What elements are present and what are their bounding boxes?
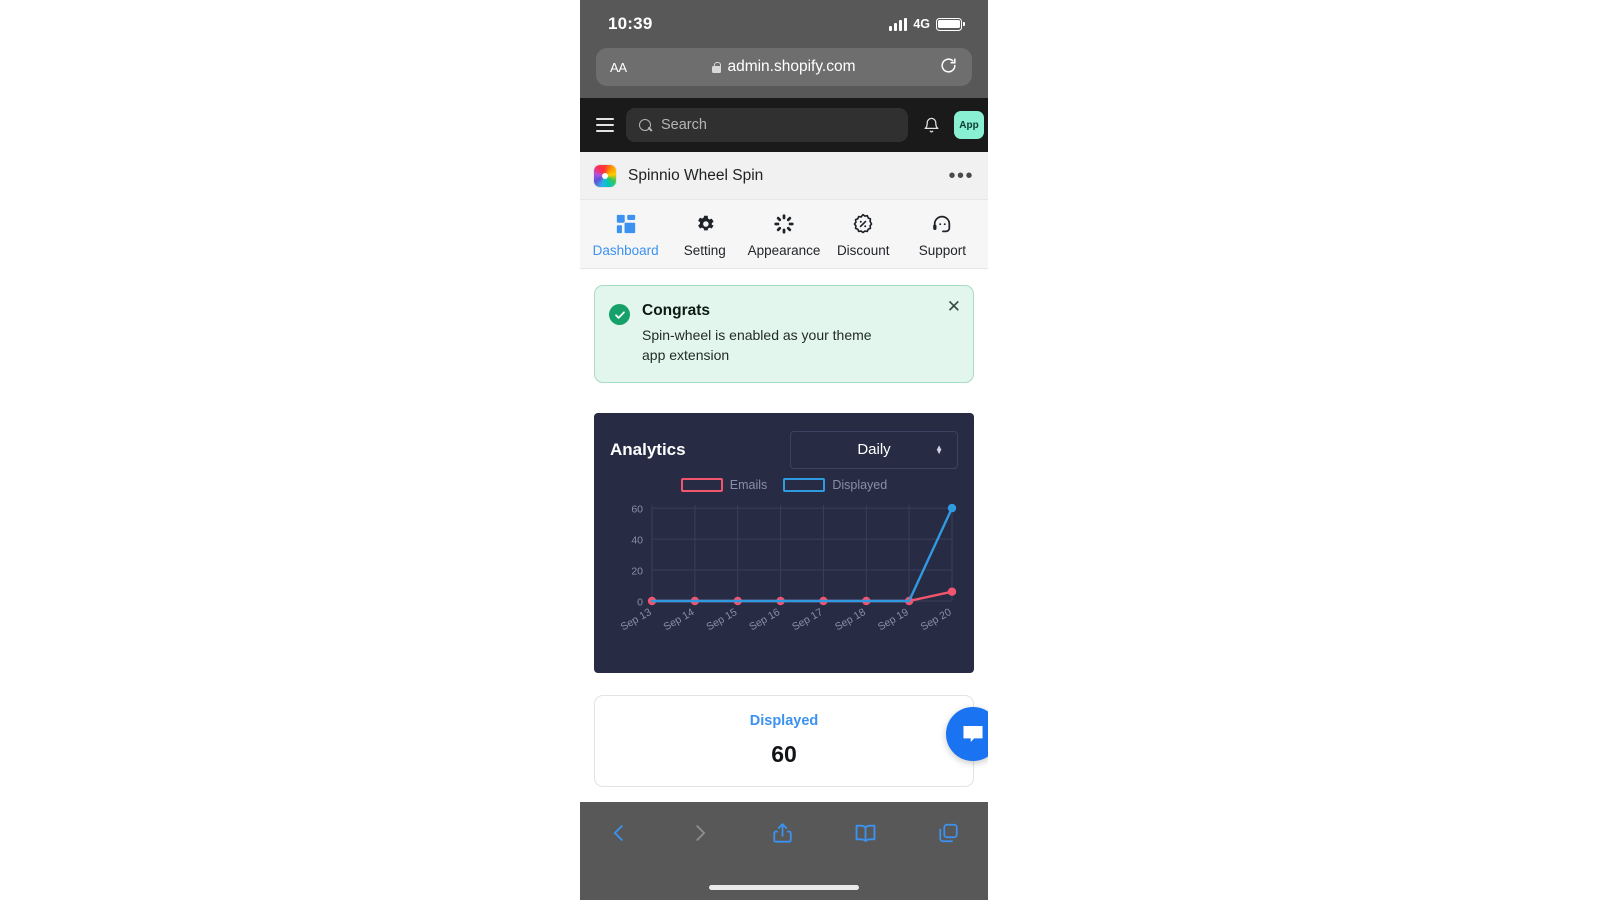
search-icon	[639, 118, 652, 132]
banner-title: Congrats	[642, 302, 711, 319]
signal-bars-icon	[889, 17, 908, 31]
tab-label: Support	[918, 243, 967, 258]
phone-viewport: 10:39 4G AA admin.shopify.com Search App…	[580, 0, 988, 900]
tab-discount[interactable]: Discount	[824, 212, 903, 258]
headset-support-icon	[931, 212, 953, 236]
svg-text:40: 40	[631, 534, 643, 546]
app-page-content: Congrats Spin-wheel is enabled as your t…	[580, 269, 988, 787]
legend-swatch-emails	[680, 477, 723, 492]
analytics-title: Analytics	[610, 439, 686, 459]
tab-setting[interactable]: Setting	[665, 212, 744, 258]
tab-label: Discount	[836, 243, 890, 258]
lock-icon	[712, 61, 722, 73]
svg-text:Sep 18: Sep 18	[833, 606, 868, 633]
svg-text:Sep 17: Sep 17	[790, 606, 825, 633]
gear-icon	[694, 212, 716, 236]
check-circle-icon	[609, 304, 630, 325]
line-chart-svg: 0 20 40 60 Sep 13 Sep 14 Sep 15 Sep 16 Sep 17 Sep…	[619, 503, 957, 633]
svg-text:Sep 14: Sep 14	[662, 606, 697, 633]
text-size-label: AA	[610, 59, 627, 75]
book-icon[interactable]	[853, 820, 878, 846]
svg-text:Sep 19: Sep 19	[876, 606, 911, 633]
text-size-button[interactable]: AA	[610, 60, 627, 75]
analytics-card: Analytics Daily ▲ ▼ Emails Displayed 0 2…	[594, 412, 974, 673]
close-icon[interactable]: ✕	[947, 298, 961, 315]
appearance-spinner-icon	[773, 212, 795, 236]
metric-label: Displayed	[749, 713, 819, 730]
chevron-left-icon[interactable]	[608, 820, 630, 846]
svg-text:Sep 15: Sep 15	[704, 606, 739, 633]
battery-icon	[936, 17, 965, 31]
search-input[interactable]: Search	[626, 108, 908, 142]
legend-label: Emails	[729, 477, 768, 492]
status-clock: 10:39	[608, 14, 653, 33]
browser-url-bar[interactable]: AA admin.shopify.com	[596, 48, 972, 86]
chart-plot-area: 0 20 40 60 Sep 13 Sep 14 Sep 15 Sep 16 Sep 17 Sep…	[610, 497, 958, 647]
ios-status-bar: 10:39 4G	[580, 0, 988, 48]
banner-text: Congrats Spin-wheel is enabled as your t…	[642, 302, 897, 366]
browser-toolbar-buttons	[580, 802, 988, 864]
tabs-icon[interactable]	[937, 820, 960, 846]
banner-message: Spin-wheel is enabled as your theme app …	[642, 327, 872, 364]
dashboard-grid-icon	[615, 212, 637, 236]
bell-icon[interactable]	[920, 116, 942, 135]
app-tab-bar: Dashboard Setting Appearance Discount Su…	[580, 200, 988, 269]
tab-label: Dashboard	[592, 243, 659, 258]
tab-label: Appearance	[747, 243, 821, 258]
account-badge[interactable]: App	[954, 111, 984, 139]
hamburger-menu-icon[interactable]	[596, 118, 614, 132]
shopify-top-nav: Search App	[580, 98, 988, 152]
tab-dashboard[interactable]: Dashboard	[586, 212, 665, 258]
analytics-range-value: Daily	[857, 441, 891, 459]
reload-icon[interactable]	[939, 56, 958, 79]
svg-text:60: 60	[631, 503, 643, 515]
svg-text:Sep 13: Sep 13	[619, 606, 654, 633]
spin-wheel-app-icon	[594, 164, 616, 187]
legend-item-displayed[interactable]: Displayed	[783, 477, 888, 492]
legend-label: Displayed	[832, 477, 888, 492]
url-text: admin.shopify.com	[727, 58, 856, 75]
chevron-right-icon[interactable]	[689, 820, 711, 846]
svg-text:Sep 16: Sep 16	[747, 606, 782, 633]
analytics-chart: Emails Displayed 0 20 40 60 Sep 13 Sep 14 Sep …	[610, 473, 958, 658]
status-indicators: 4G	[889, 17, 965, 31]
svg-text:Sep 20: Sep 20	[919, 606, 954, 633]
tab-support[interactable]: Support	[903, 212, 982, 258]
url-display: admin.shopify.com	[596, 58, 972, 76]
metric-value: 60	[771, 741, 797, 768]
tab-label: Setting	[683, 243, 726, 258]
metric-card-displayed: Displayed 60	[594, 694, 974, 787]
browser-bottom-toolbar	[580, 802, 988, 900]
app-header: Spinnio Wheel Spin •••	[580, 152, 988, 200]
share-icon[interactable]	[771, 820, 794, 846]
analytics-header: Analytics Daily ▲ ▼	[610, 430, 958, 469]
more-horizontal-icon[interactable]: •••	[948, 166, 974, 186]
legend-item-emails[interactable]: Emails	[680, 477, 768, 492]
tab-appearance[interactable]: Appearance	[744, 212, 823, 258]
svg-text:20: 20	[631, 565, 643, 577]
congrats-banner: Congrats Spin-wheel is enabled as your t…	[594, 285, 974, 383]
search-placeholder: Search	[661, 117, 707, 133]
home-indicator	[709, 885, 859, 890]
page-title: Spinnio Wheel Spin	[628, 166, 764, 184]
screenshot-stage: 10:39 4G AA admin.shopify.com Search App…	[0, 0, 1600, 900]
select-updown-arrows-icon: ▲ ▼	[935, 442, 943, 456]
analytics-range-select[interactable]: Daily ▲ ▼	[790, 430, 958, 469]
network-type-label: 4G	[913, 17, 930, 31]
svg-text:0: 0	[637, 596, 643, 608]
discount-percent-badge-icon	[852, 212, 874, 236]
chart-legend: Emails Displayed	[610, 473, 958, 497]
browser-url-bar-container: AA admin.shopify.com	[580, 48, 988, 98]
legend-swatch-displayed	[783, 477, 826, 492]
